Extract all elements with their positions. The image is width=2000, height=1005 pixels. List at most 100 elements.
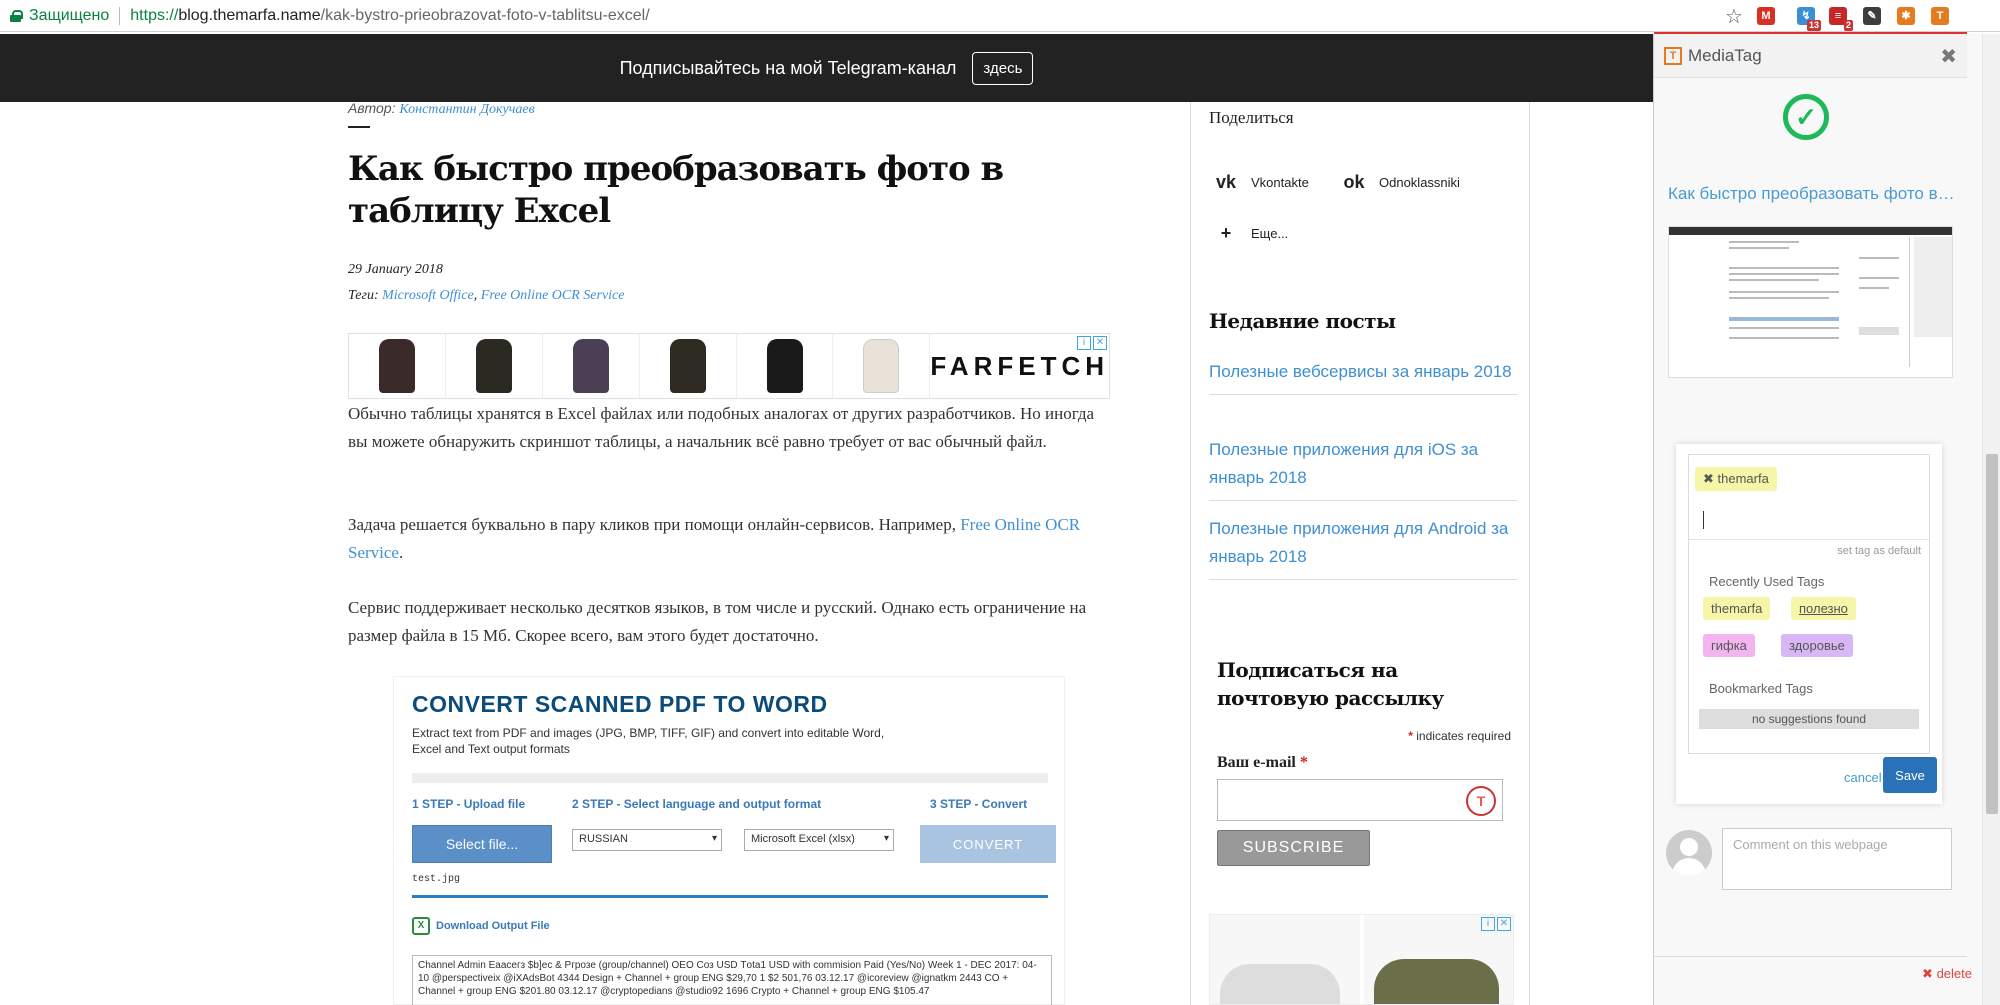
recent-tag-chip[interactable]: themarfa	[1703, 597, 1771, 620]
delete-label: delete	[1936, 966, 1972, 981]
ad-product[interactable]	[446, 334, 543, 398]
ad-product[interactable]	[737, 334, 834, 398]
mediatag-header: T MediaTag ✖	[1654, 34, 1967, 78]
mediatag-footer-divider	[1654, 956, 1967, 957]
remove-tag-icon[interactable]: ✖	[1703, 471, 1714, 486]
farfetch-ad[interactable]: FARFETCH i ✕	[348, 333, 1110, 399]
email-field[interactable]: T	[1217, 779, 1503, 821]
no-suggestions: no suggestions found	[1699, 709, 1919, 729]
author-line: Автор: Константин Докучаев	[348, 100, 1108, 118]
ad-info-icon[interactable]: i	[1077, 336, 1091, 350]
extension-fox-icon[interactable]: ✱	[1897, 7, 1915, 25]
selected-tag-chip[interactable]: ✖ themarfa	[1695, 467, 1777, 491]
share-odnoklassniki[interactable]: ok Odnoklassniki	[1341, 172, 1460, 193]
download-file-icon: X	[412, 917, 430, 935]
ad-product-image	[378, 339, 415, 393]
article: Автор: Константин Докучаев Как быстро пр…	[348, 100, 1108, 304]
paragraph-2-text: Задача решается буквально в пару кликов …	[348, 515, 956, 534]
scrollbar-thumb[interactable]	[1986, 454, 1998, 814]
email-required-asterisk: *	[1299, 754, 1308, 771]
set-default-link[interactable]: set tag as default	[1837, 545, 1921, 557]
vk-icon: vk	[1215, 172, 1237, 192]
paragraph-2: Задача решается буквально в пару кликов …	[348, 511, 1108, 567]
share-more[interactable]: + Еще...	[1213, 223, 1289, 244]
ocr-step-2: 2 STEP - Select language and output form…	[572, 797, 822, 811]
tags-label: Теги:	[348, 288, 379, 303]
comment-input[interactable]: Comment on this webpage	[1722, 828, 1952, 890]
scrollbar[interactable]	[1982, 34, 2000, 1005]
post-date: 29 January 2018	[348, 262, 443, 277]
ad-close-icon[interactable]: ✕	[1497, 917, 1511, 931]
password-manager-icon[interactable]: T	[1466, 786, 1496, 816]
ocr-download-label: Download Output File	[436, 920, 550, 932]
recent-post-link[interactable]: Полезные приложения для Android за январ…	[1209, 515, 1517, 580]
author-link[interactable]: Константин Докучаев	[399, 102, 534, 117]
share-vkontakte[interactable]: vk Vkontakte	[1213, 172, 1309, 193]
share-odnoklassniki-label: Odnoklassniki	[1379, 175, 1460, 190]
extension-badge: 2	[1843, 20, 1853, 31]
ocr-grey-bar	[412, 773, 1048, 783]
tag-input-caret[interactable]	[1703, 511, 1704, 529]
ad-info-icon[interactable]: i	[1481, 917, 1495, 931]
close-icon[interactable]: ✖	[1940, 44, 1957, 69]
ad-controls: i ✕	[1481, 917, 1511, 931]
tag-input-divider	[1689, 539, 1929, 540]
gmail-icon[interactable]: M	[1757, 7, 1775, 25]
recent-post-link[interactable]: Полезные приложения для iOS за январь 20…	[1209, 436, 1517, 501]
save-button[interactable]: Save	[1883, 757, 1937, 793]
delete-icon: ✖	[1922, 966, 1933, 981]
shoe-ad[interactable]: i ✕	[1209, 914, 1514, 1005]
recent-tags-label: Recently Used Tags	[1709, 574, 1825, 589]
subscribe-button[interactable]: SUBSCRIBE	[1217, 830, 1370, 866]
recent-tag-chip[interactable]: гифка	[1703, 634, 1755, 657]
recent-tag-chip[interactable]: здоровье	[1781, 634, 1853, 657]
secure-label: Защищено	[29, 6, 110, 24]
evernote-icon[interactable]: ✎	[1863, 7, 1881, 25]
page-title: Как быстро преобразовать фото в таблицу …	[348, 149, 1004, 231]
extension-arrows-icon[interactable]: ↯ 13	[1797, 7, 1821, 31]
bookmarked-tags-label: Bookmarked Tags	[1709, 681, 1813, 696]
ad-product[interactable]	[349, 334, 446, 398]
page-thumbnail	[1668, 226, 1953, 378]
ocr-progress-line	[412, 895, 1048, 898]
lock-icon	[10, 9, 23, 22]
ad-product[interactable]	[640, 334, 737, 398]
ad-product[interactable]	[833, 334, 931, 398]
recent-posts-title: Недавние посты	[1209, 309, 1396, 333]
ad-product-image	[766, 339, 803, 393]
required-note: * indicates required	[1408, 729, 1511, 743]
mediatag-logo-icon: T	[1664, 46, 1682, 65]
tag-link-ocr[interactable]: Free Online OCR Service	[481, 288, 625, 303]
ocr-description: Extract text from PDF and images (JPG, B…	[412, 726, 885, 756]
ocr-title: CONVERT SCANNED PDF TO WORD	[412, 691, 828, 717]
ad-product-image	[863, 339, 900, 393]
author-label: Автор:	[348, 100, 396, 116]
cancel-button[interactable]: cancel	[1844, 770, 1882, 785]
delete-button[interactable]: ✖ delete	[1922, 966, 1972, 982]
ad-product[interactable]	[543, 334, 640, 398]
address-bar[interactable]: Защищено https://blog.themarfa.name/kak-…	[0, 0, 2000, 32]
required-text: indicates required	[1416, 729, 1511, 743]
email-label-text: Ваш e-mail	[1217, 754, 1296, 771]
url-text[interactable]: https://blog.themarfa.name/kak-bystro-pr…	[130, 7, 649, 25]
share-vkontakte-label: Vkontakte	[1251, 175, 1309, 190]
ocr-output-text: Channel Admin Еаасегз $b]ес & Ргрозе (gr…	[412, 955, 1052, 1005]
post-tags: Теги: Microsoft Office, Free Online OCR …	[348, 288, 1108, 304]
tag-link-microsoft-office[interactable]: Microsoft Office	[382, 288, 474, 303]
telegram-text: Подписывайтесь на мой Telegram-канал	[619, 57, 957, 78]
ocr-file-name: test.jpg	[412, 874, 461, 885]
mediatag-page-link[interactable]: Как быстро преобразовать фото в таблицу …	[1668, 184, 1958, 204]
share-title: Поделиться	[1209, 108, 1294, 127]
success-check-icon: ✓	[1783, 94, 1829, 140]
recent-tag-chip[interactable]: полезно	[1791, 597, 1856, 620]
ad-shoe-white[interactable]	[1210, 915, 1360, 1004]
extension-stack-icon[interactable]: ≡ 2	[1829, 7, 1853, 31]
mediatag-extension-icon[interactable]: T	[1931, 7, 1949, 25]
ad-close-icon[interactable]: ✕	[1093, 336, 1107, 350]
paragraph-1: Обычно таблицы хранятся в Excel файлах и…	[348, 404, 1095, 451]
recent-post-link[interactable]: Полезные вебсервисы за январь 2018	[1209, 358, 1517, 395]
paragraph-3: Сервис поддерживает несколько десятков я…	[348, 598, 1087, 645]
telegram-button[interactable]: здесь	[972, 51, 1034, 85]
tag-input-box[interactable]: ✖ themarfa set tag as default Recently U…	[1688, 454, 1930, 754]
bookmark-star-icon[interactable]: ☆	[1725, 4, 1743, 29]
